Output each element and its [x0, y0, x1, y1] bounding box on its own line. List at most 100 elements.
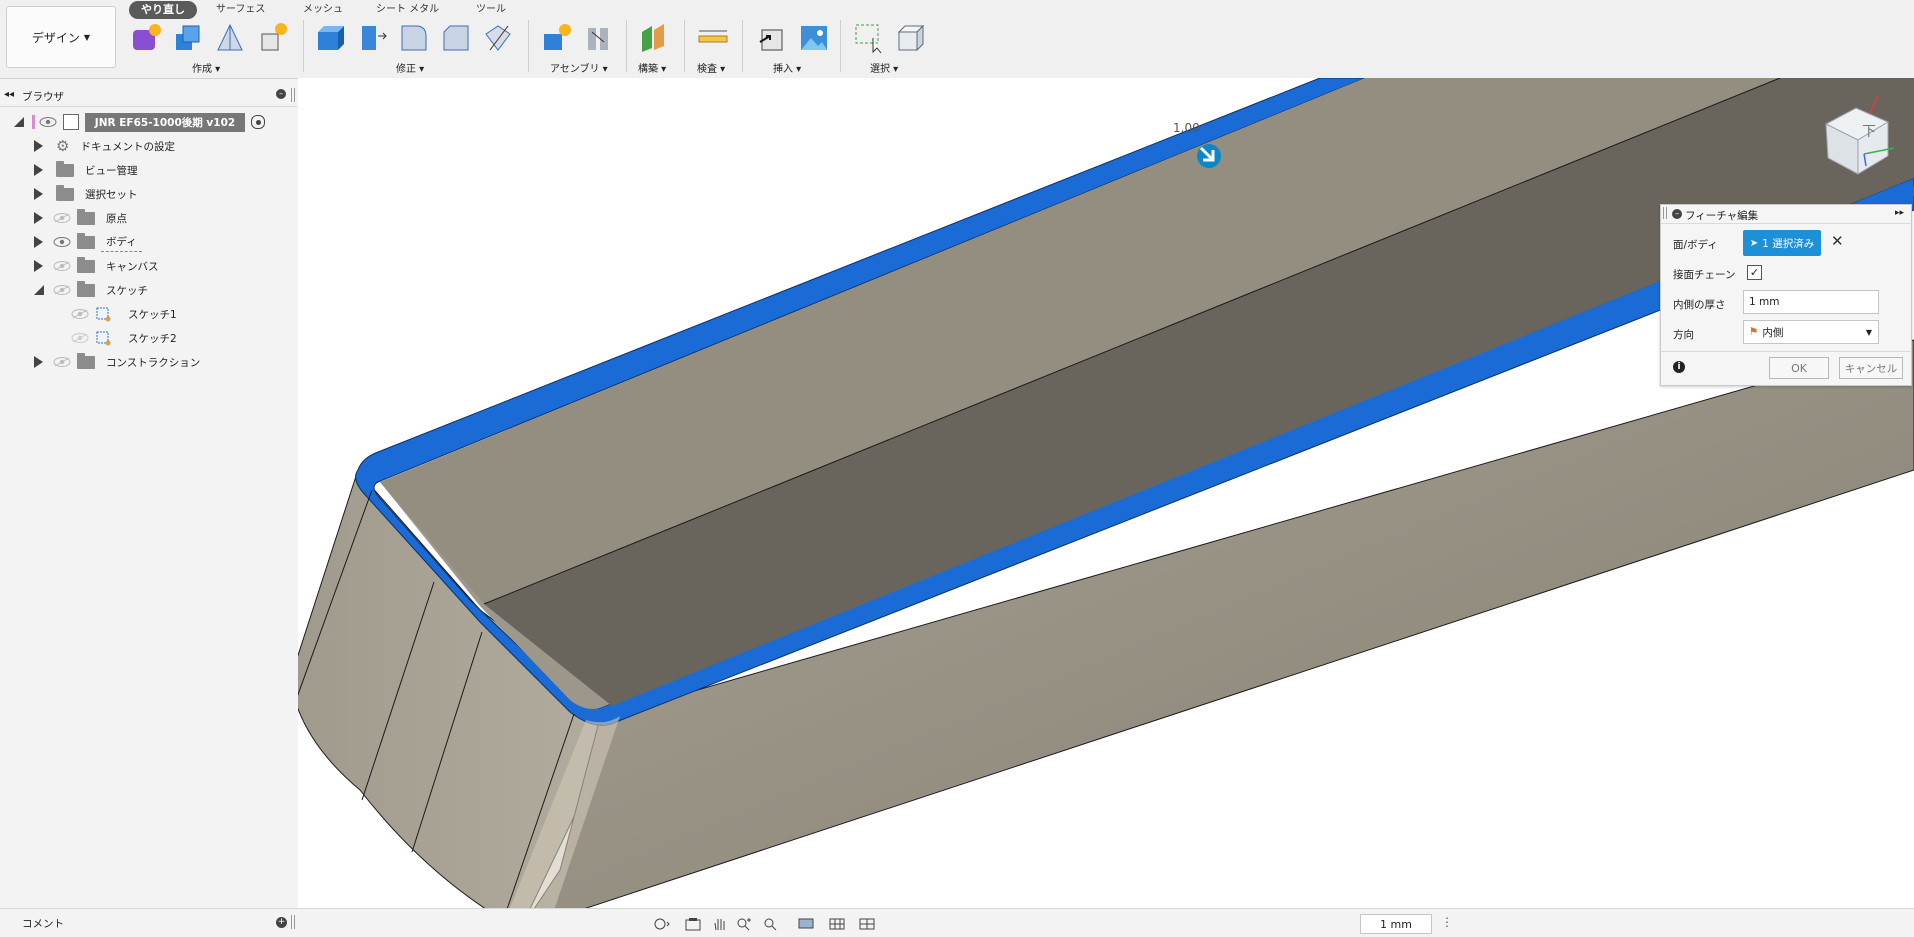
- new-component-icon[interactable]: [540, 22, 572, 54]
- more-options-icon[interactable]: ⋮: [1441, 915, 1453, 929]
- chamfer-icon[interactable]: [398, 22, 430, 54]
- create-form-icon[interactable]: [130, 22, 162, 54]
- activate-radio-icon[interactable]: [251, 115, 265, 129]
- expand-icon[interactable]: [34, 260, 43, 272]
- group-create[interactable]: 作成 ▾: [192, 60, 220, 75]
- tab-redo[interactable]: やり直し: [129, 1, 197, 19]
- group-modify[interactable]: 修正 ▾: [396, 60, 424, 75]
- panel-grip-icon[interactable]: [1663, 207, 1667, 219]
- direction-inside-icon: ⚑: [1749, 326, 1759, 338]
- group-insert[interactable]: 挿入 ▾: [773, 60, 801, 75]
- eye-hidden-icon[interactable]: [53, 213, 71, 223]
- tree-item-label: コンストラクション: [106, 356, 201, 369]
- tree-item-document-settings[interactable]: ⚙ ドキュメントの設定: [34, 135, 180, 157]
- joint-icon[interactable]: [582, 22, 614, 54]
- tree-item-views[interactable]: ビュー管理: [34, 159, 143, 181]
- eye-icon[interactable]: [39, 117, 57, 127]
- group-construct[interactable]: 構築 ▾: [638, 60, 666, 75]
- clear-selection-icon[interactable]: ✕: [1831, 232, 1844, 250]
- press-pull-icon[interactable]: [314, 22, 346, 54]
- tangent-chain-checkbox[interactable]: ✓: [1747, 265, 1762, 280]
- expand-icon[interactable]: [34, 236, 43, 248]
- group-assembly[interactable]: アセンブリ ▾: [550, 60, 608, 75]
- expand-icon[interactable]: [14, 117, 24, 127]
- window-select-icon[interactable]: [853, 22, 885, 54]
- cancel-button[interactable]: キャンセル: [1839, 357, 1903, 379]
- tree-item-origin[interactable]: 原点: [34, 207, 132, 229]
- panel-grip-icon[interactable]: [291, 915, 295, 929]
- display-settings-icon[interactable]: [797, 917, 815, 931]
- model-canvas[interactable]: 1.00: [298, 78, 1914, 908]
- tree-item-canvases[interactable]: キャンバス: [34, 255, 164, 277]
- feature-edit-dialog: – フィーチャ編集 ▸▸ 面/ボディ ➤ 1 選択済み ✕ 接面チェーン ✓ 内…: [1660, 204, 1912, 386]
- info-icon[interactable]: i: [1673, 361, 1685, 373]
- collapse-panel-icon[interactable]: ◂◂: [4, 89, 14, 100]
- shell-icon[interactable]: [440, 22, 472, 54]
- selection-button[interactable]: ➤ 1 選択済み: [1743, 230, 1821, 256]
- direction-select[interactable]: ⚑ 内側 ▼: [1743, 320, 1879, 344]
- browser-header: ◂◂ ブラウザ –: [0, 86, 297, 107]
- eye-hidden-icon[interactable]: [53, 285, 71, 295]
- toolbar: デザイン ▼ やり直し サーフェス メッシュ シート メタル ツール 作成 ▾ …: [0, 0, 1914, 79]
- design-workspace-button[interactable]: デザイン ▼: [6, 6, 116, 68]
- tab-surface[interactable]: サーフェス: [216, 0, 265, 15]
- eye-hidden-icon[interactable]: [71, 333, 89, 343]
- expand-icon[interactable]: [34, 356, 43, 368]
- insert-canvas-icon[interactable]: [798, 22, 830, 54]
- fit-zoom-icon[interactable]: [762, 917, 780, 931]
- viewports-icon[interactable]: [858, 917, 876, 931]
- view-cube[interactable]: 下: [1810, 88, 1902, 188]
- panel-grip-icon[interactable]: [291, 88, 295, 102]
- tab-sheet-metal[interactable]: シート メタル: [376, 0, 439, 15]
- inner-thickness-input[interactable]: 1 mm: [1743, 290, 1879, 314]
- expand-icon[interactable]: [34, 140, 43, 152]
- tree-item-sketch-2[interactable]: スケッチ2: [71, 327, 182, 349]
- insert-derive-icon[interactable]: [756, 22, 788, 54]
- tree-item-selection-sets[interactable]: 選択セット: [34, 183, 143, 205]
- extrude-icon[interactable]: [172, 22, 204, 54]
- expand-icon[interactable]: [34, 188, 43, 200]
- eye-hidden-icon[interactable]: [71, 309, 89, 319]
- tree-item-sketches[interactable]: スケッチ: [34, 279, 153, 301]
- expand-dialog-icon[interactable]: ▸▸: [1895, 208, 1904, 218]
- create-sketch-icon[interactable]: [256, 22, 288, 54]
- dimension-label: 1.00: [1173, 121, 1200, 135]
- tree-root[interactable]: JNR EF65-1000後期 v102: [14, 111, 265, 133]
- pan-hand-icon[interactable]: [711, 917, 729, 931]
- eye-hidden-icon[interactable]: [53, 357, 71, 367]
- tree-item-construction[interactable]: コンストラクション: [34, 351, 205, 373]
- eye-icon[interactable]: [53, 237, 71, 247]
- eye-hidden-icon[interactable]: [53, 261, 71, 271]
- tree-item-bodies[interactable]: ボディ: [34, 231, 142, 253]
- group-select[interactable]: 選択 ▾: [870, 60, 898, 75]
- collapse-icon[interactable]: –: [1672, 209, 1682, 219]
- measure-value-field[interactable]: 1 mm: [1360, 914, 1432, 934]
- tree-item-sketch-1[interactable]: スケッチ1: [71, 303, 182, 325]
- group-inspect[interactable]: 検査 ▾: [697, 60, 725, 75]
- add-comment-icon[interactable]: +: [276, 917, 287, 928]
- fillet-icon[interactable]: [356, 22, 388, 54]
- face-body-label: 面/ボディ: [1673, 239, 1718, 251]
- split-body-icon[interactable]: [482, 22, 514, 54]
- grid-settings-icon[interactable]: [828, 917, 846, 931]
- tab-mesh[interactable]: メッシュ: [303, 0, 343, 15]
- revolve-icon[interactable]: [214, 22, 246, 54]
- expand-icon[interactable]: [34, 212, 43, 224]
- collapse-icon[interactable]: [34, 285, 44, 295]
- expand-icon[interactable]: [34, 164, 43, 176]
- offset-plane-icon[interactable]: [638, 22, 670, 54]
- measure-icon[interactable]: [697, 22, 729, 54]
- tab-tools[interactable]: ツール: [476, 0, 506, 15]
- ok-button[interactable]: OK: [1769, 357, 1829, 379]
- chevron-down-icon: ▼: [83, 32, 91, 42]
- selection-count: 1 選択済み: [1762, 237, 1815, 250]
- folder-icon: [77, 280, 95, 297]
- orbit-icon[interactable]: [652, 917, 670, 931]
- folder-icon: [77, 256, 95, 273]
- select-body-icon[interactable]: [895, 22, 927, 54]
- minimize-icon[interactable]: –: [276, 89, 286, 99]
- look-at-icon[interactable]: [684, 917, 702, 931]
- thickness-manipulator-arrow[interactable]: [1197, 144, 1221, 168]
- zoom-icon[interactable]: [735, 917, 753, 931]
- 3d-viewport[interactable]: 1.00 下: [298, 78, 1914, 908]
